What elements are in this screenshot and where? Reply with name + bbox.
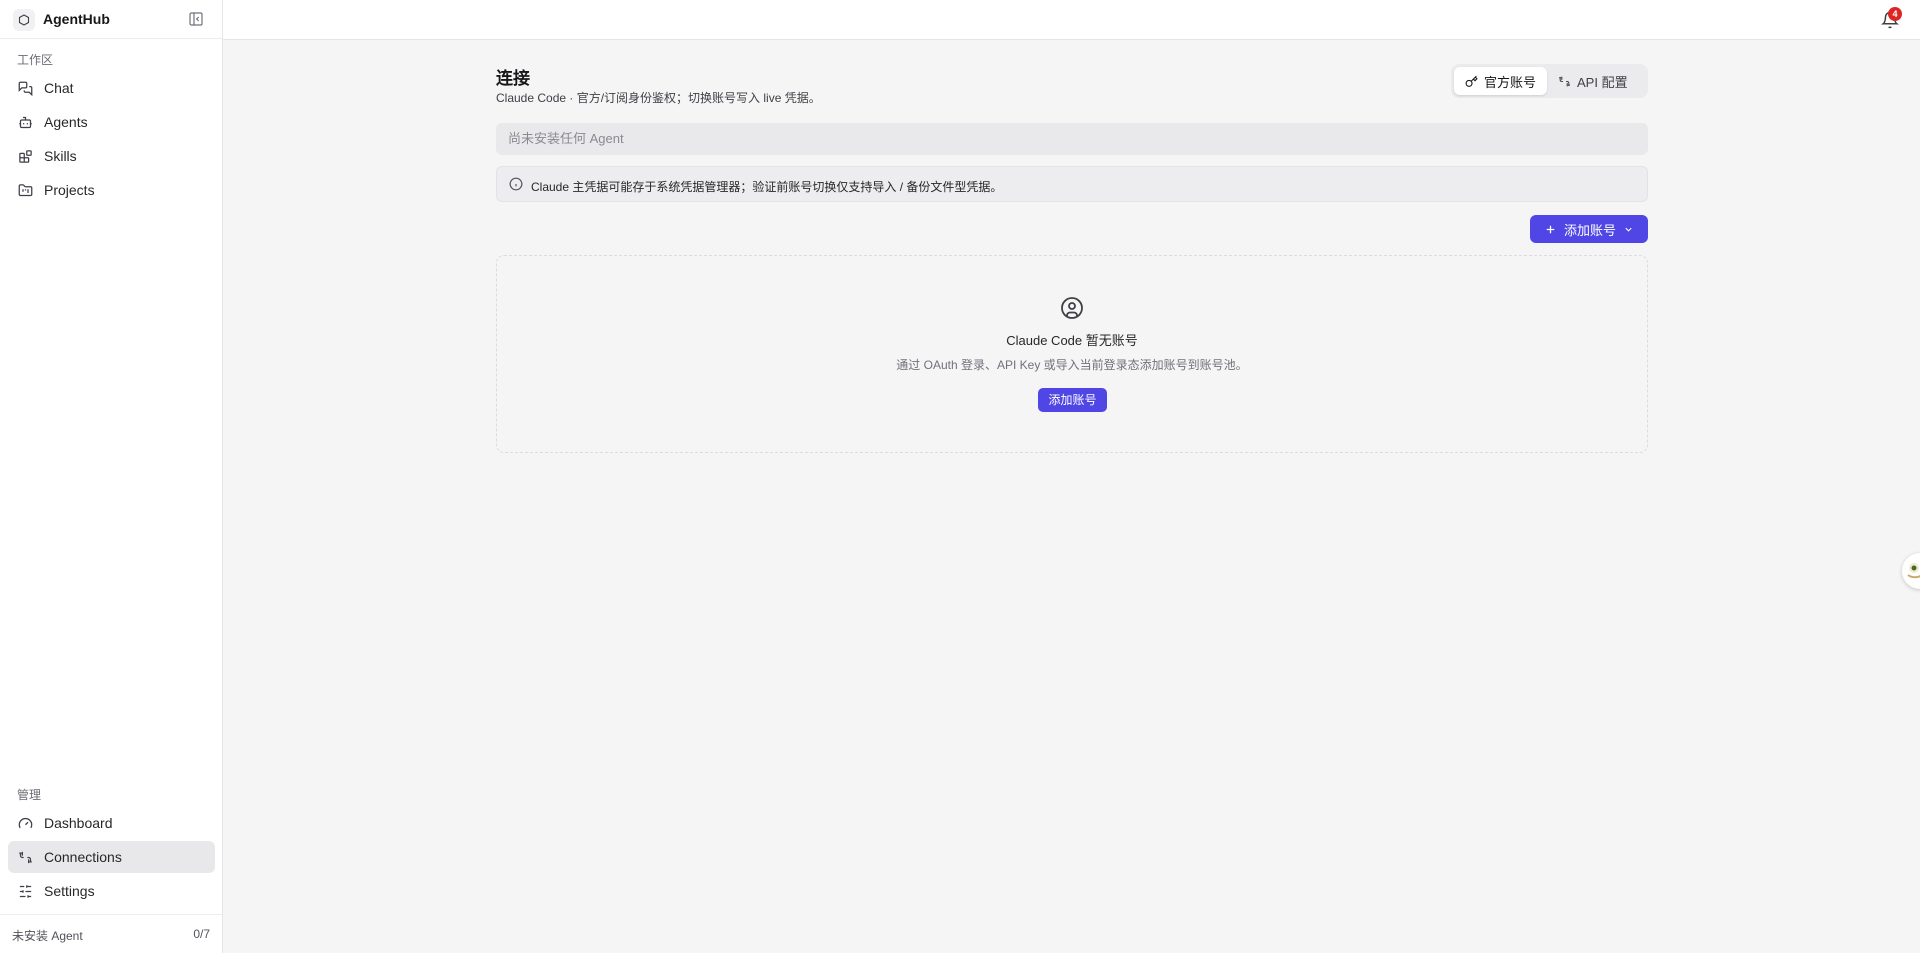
section-label-workspace: 工作区 [17,53,54,67]
empty-state-title: Claude Code 暂无账号 [1006,333,1138,348]
sidebar-item-projects[interactable]: Projects [8,174,215,206]
topbar: 4 [223,0,1920,40]
add-account-button[interactable]: 添加账号 [1530,215,1648,243]
floating-assistant-icon[interactable] [1902,553,1920,589]
chevron-down-icon [1623,224,1634,235]
sidebar: AgentHub 工作区 Chat Agents Skills Projects… [0,0,223,953]
key-icon [1465,75,1478,88]
blocks-icon [18,149,33,164]
official-account-tab[interactable]: 官方账号 [1454,67,1548,95]
connections-icon [1558,75,1571,88]
info-banner-text: Claude 主凭据可能存于系统凭据管理器；验证前账号切换仅支持导入 / 备份文… [531,180,1003,194]
notification-badge: 4 [1888,7,1902,21]
user-circle-icon [1060,296,1084,320]
sliders-icon [18,884,33,899]
folder-kanban-icon [18,183,33,198]
page-title: 连接 [496,69,530,88]
empty-state-description: 通过 OAuth 登录、API Key 或导入当前登录态添加账号到账号池。 [896,358,1248,372]
info-banner: Claude 主凭据可能存于系统凭据管理器；验证前账号切换仅支持导入 / 备份文… [496,166,1648,202]
agent-select[interactable]: 尚未安装任何 Agent [496,123,1648,155]
sidebar-item-label: Skills [44,148,77,164]
sidebar-item-label: Settings [44,883,95,899]
sidebar-item-connections[interactable]: Connections [8,841,215,873]
agent-count: 0/7 [193,927,210,941]
sidebar-item-chat[interactable]: Chat [8,72,215,104]
agent-status-text: 未安装 Agent [12,929,83,943]
auth-mode-toggle: 官方账号 API 配置 [1451,64,1648,98]
official-account-label: 官方账号 [1484,74,1537,90]
sidebar-collapse-icon[interactable] [188,11,204,27]
sidebar-item-agents[interactable]: Agents [8,106,215,138]
page-subtitle: Claude Code · 官方/订阅身份鉴权；切换账号写入 live 凭据。 [496,91,821,105]
add-account-label: 添加账号 [1563,222,1616,238]
sidebar-item-label: Projects [44,182,95,198]
plus-icon [1544,223,1557,236]
hexagon-icon [13,9,35,31]
sidebar-item-skills[interactable]: Skills [8,140,215,172]
sidebar-item-label: Connections [44,849,122,865]
connections-icon [18,850,33,865]
section-label-manage: 管理 [17,788,42,802]
gauge-icon [18,816,33,831]
empty-state: Claude Code 暂无账号 通过 OAuth 登录、API Key 或导入… [496,255,1648,453]
brand-header: AgentHub [0,0,222,39]
api-config-label: API 配置 [1577,74,1628,90]
api-config-tab[interactable]: API 配置 [1547,67,1639,95]
chat-icon [18,81,33,96]
sidebar-item-label: Dashboard [44,815,113,831]
bot-icon [18,115,33,130]
sidebar-item-label: Chat [44,80,74,96]
sidebar-footer: 未安装 Agent 0/7 [0,914,222,953]
sidebar-item-dashboard[interactable]: Dashboard [8,807,215,839]
info-icon [509,177,523,191]
app-name: AgentHub [43,11,110,27]
sidebar-item-settings[interactable]: Settings [8,875,215,907]
empty-add-account-button[interactable]: 添加账号 [1038,388,1107,412]
sidebar-item-label: Agents [44,114,88,130]
